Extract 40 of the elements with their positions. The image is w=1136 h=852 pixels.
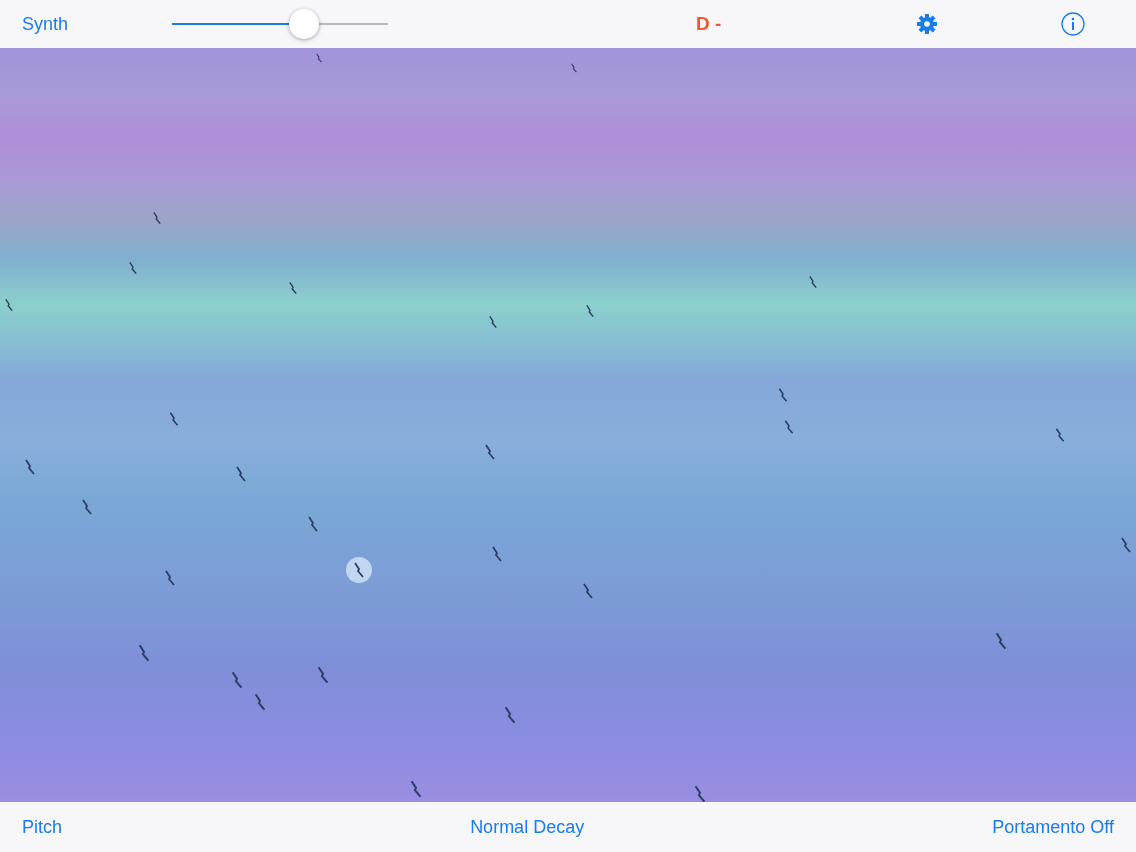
squiggle-mark [694,785,706,802]
squiggle-mark [169,411,179,427]
squiggle-mark [165,570,175,586]
squiggle-mark [236,466,246,482]
slider-thumb[interactable] [288,9,319,39]
squiggle-mark [504,706,516,724]
squiggle-mark [5,298,13,312]
squiggle-mark [485,444,495,460]
squiggle-mark [995,632,1007,650]
decay-button[interactable]: Normal Decay [470,816,585,838]
volume-slider[interactable] [172,9,389,39]
instrument-button[interactable]: Synth [22,13,69,35]
squiggle-mark [316,53,322,63]
squiggle-mark [489,315,497,329]
info-icon[interactable] [1061,12,1086,36]
squiggle-mark [809,275,817,289]
note-label: D - [696,13,722,35]
squiggle-mark [153,211,161,225]
pitch-button[interactable]: Pitch [22,816,63,838]
squiggle-mark [231,671,243,689]
squiggle-mark [492,546,502,562]
squiggle-mark [129,261,137,275]
settings-icon[interactable] [917,14,938,34]
squiggle-mark [410,780,422,798]
squiggle-mark [784,419,794,435]
squiggle-mark [289,281,297,295]
squiggle-mark [778,387,788,403]
portamento-button[interactable]: Portamento Off [992,816,1114,838]
squiggle-mark [82,499,92,515]
squiggle-mark [583,583,593,599]
squiggle-mark [308,516,318,532]
squiggle-mark [1121,537,1131,553]
squiggle-mark [1055,427,1065,443]
touch-marker [346,557,372,583]
squiggle-mark [25,459,35,475]
squiggle-mark [138,644,150,662]
squiggle-mark [317,666,329,684]
squiggle-mark [571,63,577,73]
squiggle-mark [254,693,266,711]
squiggle-mark [586,304,594,318]
